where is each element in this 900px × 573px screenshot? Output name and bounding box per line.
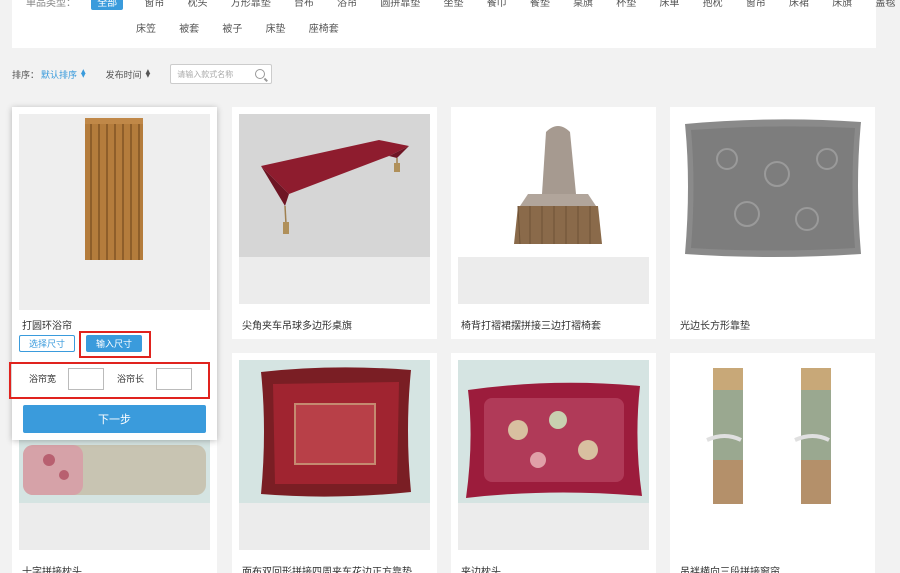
- category-item[interactable]: 床裙: [787, 0, 811, 10]
- category-item[interactable]: 圆拼靠垫: [378, 0, 422, 10]
- category-item[interactable]: 被子: [220, 19, 244, 36]
- popup-product-title[interactable]: 打圆环浴帘: [22, 317, 72, 332]
- category-item[interactable]: 台布: [292, 0, 316, 10]
- tab-top-curtain-image: [677, 360, 868, 550]
- category-item[interactable]: 被套: [177, 19, 201, 36]
- category-item[interactable]: 盖毯: [873, 0, 897, 10]
- product-title[interactable]: 尖角夹车吊球多边形桌旗: [242, 317, 352, 332]
- category-row-2: 床笠 被套 被子 床垫 座椅套: [134, 19, 357, 36]
- category-label: 单品类型：: [26, 0, 76, 9]
- length-label: 浴帘长: [117, 375, 145, 385]
- product-card[interactable]: 尖角夹车吊球多边形桌旗: [232, 107, 437, 339]
- product-card[interactable]: 夹边枕头: [451, 353, 656, 573]
- sort-arrows-icon[interactable]: ▲ ▼: [146, 69, 151, 79]
- category-item[interactable]: 枕头: [186, 0, 210, 10]
- search-box: [170, 64, 273, 84]
- sort-bar: 排序： 默认排序 ▲ ▼ 发布时间 ▲ ▼: [12, 64, 273, 84]
- select-size-button[interactable]: 选择尺寸: [19, 335, 75, 352]
- product-title[interactable]: 光边长方形靠垫: [680, 317, 750, 332]
- sort-label: 排序：: [12, 70, 40, 81]
- category-item[interactable]: 桌旗: [571, 0, 595, 10]
- category-item[interactable]: 窗帘: [744, 0, 768, 10]
- product-image[interactable]: [677, 114, 868, 304]
- product-image[interactable]: [239, 360, 430, 550]
- category-item[interactable]: 浴帘: [335, 0, 359, 10]
- product-image[interactable]: [19, 114, 210, 310]
- product-image[interactable]: [677, 360, 868, 550]
- red-cushion-image: [239, 360, 430, 503]
- product-card[interactable]: 光边长方形靠垫: [670, 107, 875, 339]
- next-step-button[interactable]: 下一步: [23, 405, 206, 433]
- highlight-box: [79, 331, 151, 358]
- category-item[interactable]: 坐垫: [442, 0, 466, 10]
- search-input[interactable]: [177, 69, 248, 79]
- size-input-popup: 打圆环浴帘 选择尺寸 输入尺寸 浴帘宽 浴帘长 下一步: [9, 107, 217, 440]
- width-label: 浴帘宽: [29, 375, 57, 385]
- category-item[interactable]: 方形靠垫: [229, 0, 273, 10]
- category-item[interactable]: 餐垫: [528, 0, 552, 10]
- category-item[interactable]: 床垫: [264, 19, 288, 36]
- sort-default-option[interactable]: 默认排序: [41, 68, 77, 81]
- shower-curtain-image: [19, 114, 210, 310]
- product-image[interactable]: [458, 114, 649, 304]
- category-row-1: 单品类型： 全部 窗帘 枕头 方形靠垫 台布 浴帘 圆拼靠垫 坐垫 餐巾 餐垫 …: [26, 0, 900, 10]
- chair-cover-image: [458, 114, 649, 257]
- category-item[interactable]: 床笠: [134, 19, 158, 36]
- category-item[interactable]: 杯垫: [614, 0, 638, 10]
- category-item[interactable]: 座椅套: [307, 19, 341, 36]
- sort-arrows-icon[interactable]: ▲ ▼: [81, 69, 86, 79]
- category-item[interactable]: 床旗: [830, 0, 854, 10]
- pillow-image: [677, 114, 868, 304]
- category-item[interactable]: 窗帘: [142, 0, 166, 10]
- product-image[interactable]: [458, 360, 649, 550]
- product-title[interactable]: 吊袢横向三段拼接窗帘: [680, 563, 780, 573]
- product-title[interactable]: 十字拼接枕头: [22, 563, 82, 573]
- table-runner-image: [239, 114, 430, 257]
- product-title[interactable]: 夹边枕头: [461, 563, 501, 573]
- floral-pillow-image: [458, 360, 649, 503]
- product-card[interactable]: 吊袢横向三段拼接窗帘: [670, 353, 875, 573]
- product-image[interactable]: [239, 114, 430, 304]
- product-card[interactable]: 面布双回形拼接四周夹车花边正方靠垫: [232, 353, 437, 573]
- category-item[interactable]: 床单: [657, 0, 681, 10]
- width-input[interactable]: [68, 368, 104, 390]
- product-title[interactable]: 面布双回形拼接四周夹车花边正方靠垫: [242, 563, 412, 573]
- category-item[interactable]: 餐巾: [485, 0, 509, 10]
- search-icon[interactable]: [255, 69, 266, 79]
- category-all[interactable]: 全部: [91, 0, 124, 10]
- product-title[interactable]: 椅背打褶裙摆拼接三边打褶椅套: [461, 317, 601, 332]
- length-input[interactable]: [156, 368, 192, 390]
- sort-time-option[interactable]: 发布时间: [106, 68, 142, 81]
- category-filter-panel: 单品类型： 全部 窗帘 枕头 方形靠垫 台布 浴帘 圆拼靠垫 坐垫 餐巾 餐垫 …: [12, 0, 895, 48]
- product-card[interactable]: 椅背打褶裙摆拼接三边打褶椅套: [451, 107, 656, 339]
- category-item[interactable]: 抱枕: [701, 0, 725, 10]
